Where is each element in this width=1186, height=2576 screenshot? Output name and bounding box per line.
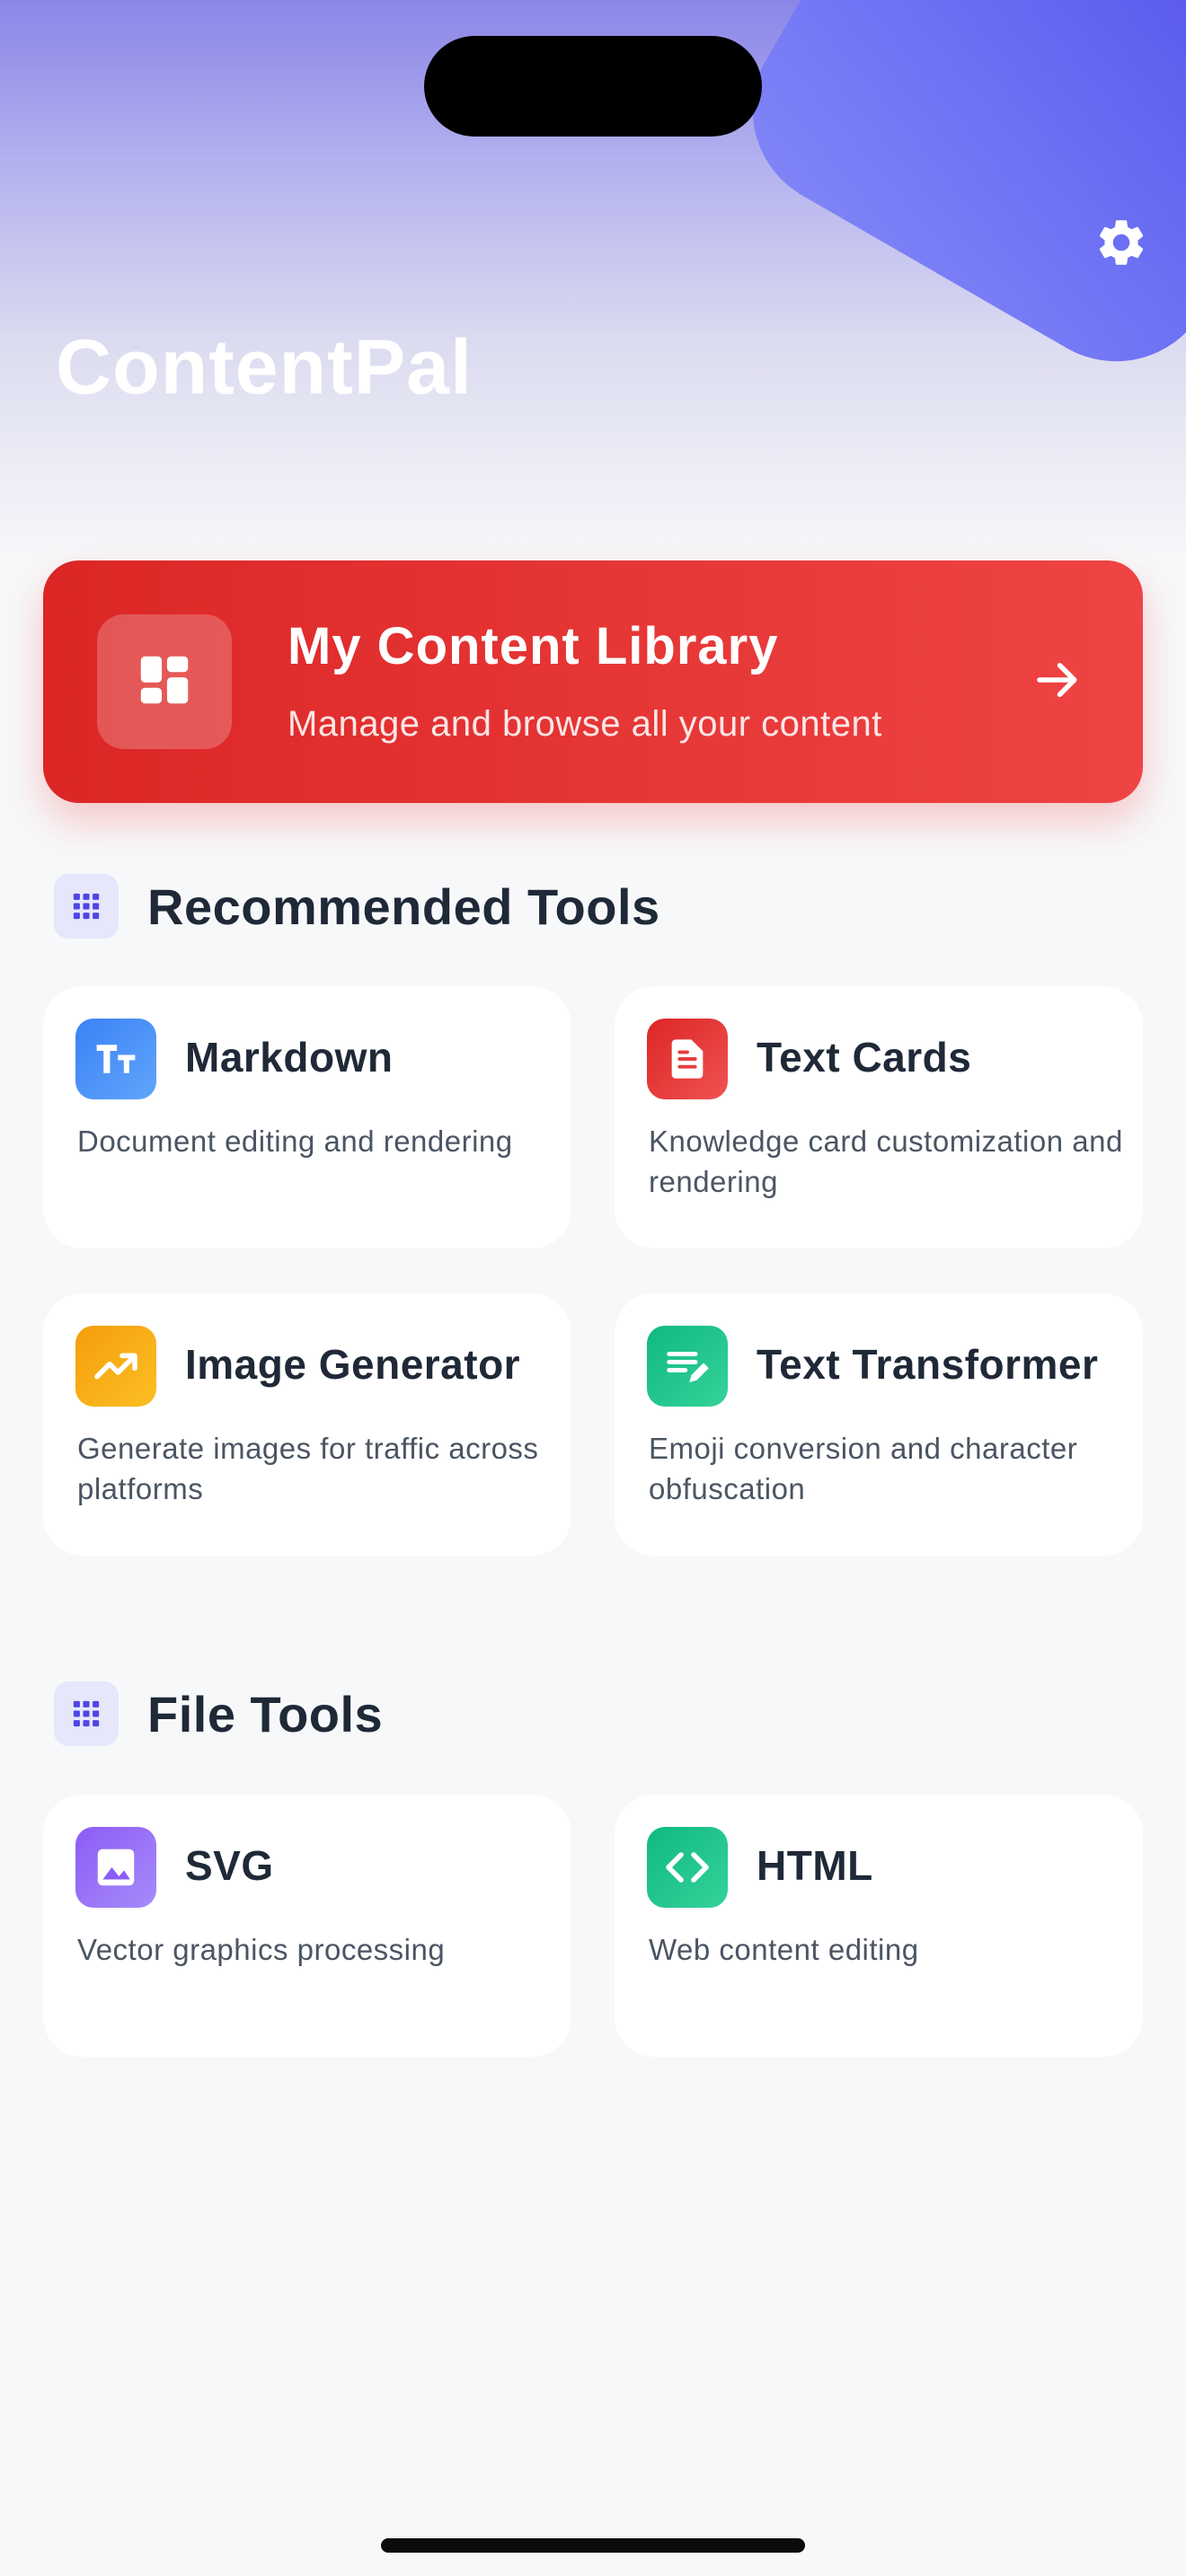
tool-card-svg[interactable]: SVG Vector graphics processing — [43, 1795, 571, 2057]
tool-name: Markdown — [185, 1034, 394, 1081]
tool-name: HTML — [757, 1842, 873, 1889]
settings-button[interactable] — [1089, 212, 1154, 277]
tool-description: Web content editing — [649, 1933, 919, 1966]
tool-description: Knowledge card customization and renderi… — [649, 1125, 1123, 1198]
tool-card-html[interactable]: HTML Web content editing — [615, 1795, 1143, 2057]
content-library-card[interactable]: My Content Library Manage and browse all… — [43, 560, 1143, 803]
tool-name: Image Generator — [185, 1341, 521, 1388]
dynamic-island — [424, 36, 762, 137]
section-title: Recommended Tools — [147, 878, 660, 935]
library-icon-box — [97, 614, 232, 749]
library-arrow-button[interactable] — [1026, 650, 1089, 713]
library-subtitle: Manage and browse all your content — [288, 704, 882, 744]
code-icon — [647, 1827, 728, 1908]
tool-description: Document editing and rendering — [77, 1125, 513, 1158]
tool-card-text-transformer[interactable]: Text Transformer Emoji conversion and ch… — [615, 1293, 1143, 1556]
tool-description: Emoji conversion and character obfuscati… — [649, 1432, 1078, 1505]
tool-description: Vector graphics processing — [77, 1933, 446, 1966]
grid-icon — [54, 1681, 119, 1746]
trending-up-icon — [75, 1326, 156, 1407]
app-title: ContentPal — [56, 324, 473, 410]
home-indicator[interactable] — [381, 2538, 805, 2553]
tool-name: Text Cards — [757, 1034, 972, 1081]
tool-name: SVG — [185, 1842, 274, 1889]
section-title: File Tools — [147, 1685, 384, 1742]
image-icon — [75, 1827, 156, 1908]
arrow-right-icon — [1031, 653, 1084, 711]
tool-name: Text Transformer — [757, 1341, 1099, 1388]
recommended-tools-header: Recommended Tools — [54, 874, 660, 939]
tool-card-markdown[interactable]: Markdown Document editing and rendering — [43, 986, 571, 1248]
gear-icon — [1093, 215, 1149, 275]
grid-icon — [54, 874, 119, 939]
library-title: My Content Library — [288, 617, 779, 675]
file-tools-header: File Tools — [54, 1681, 383, 1746]
edit-note-icon — [647, 1326, 728, 1407]
document-icon — [647, 1019, 728, 1099]
app-screen: ContentPal My Content Library Manage and… — [0, 0, 1186, 2576]
tool-description: Generate images for traffic across platf… — [77, 1432, 539, 1505]
tool-card-text-cards[interactable]: Text Cards Knowledge card customization … — [615, 986, 1143, 1248]
text-format-icon — [75, 1019, 156, 1099]
dashboard-icon — [133, 648, 196, 716]
tool-card-image-generator[interactable]: Image Generator Generate images for traf… — [43, 1293, 571, 1556]
